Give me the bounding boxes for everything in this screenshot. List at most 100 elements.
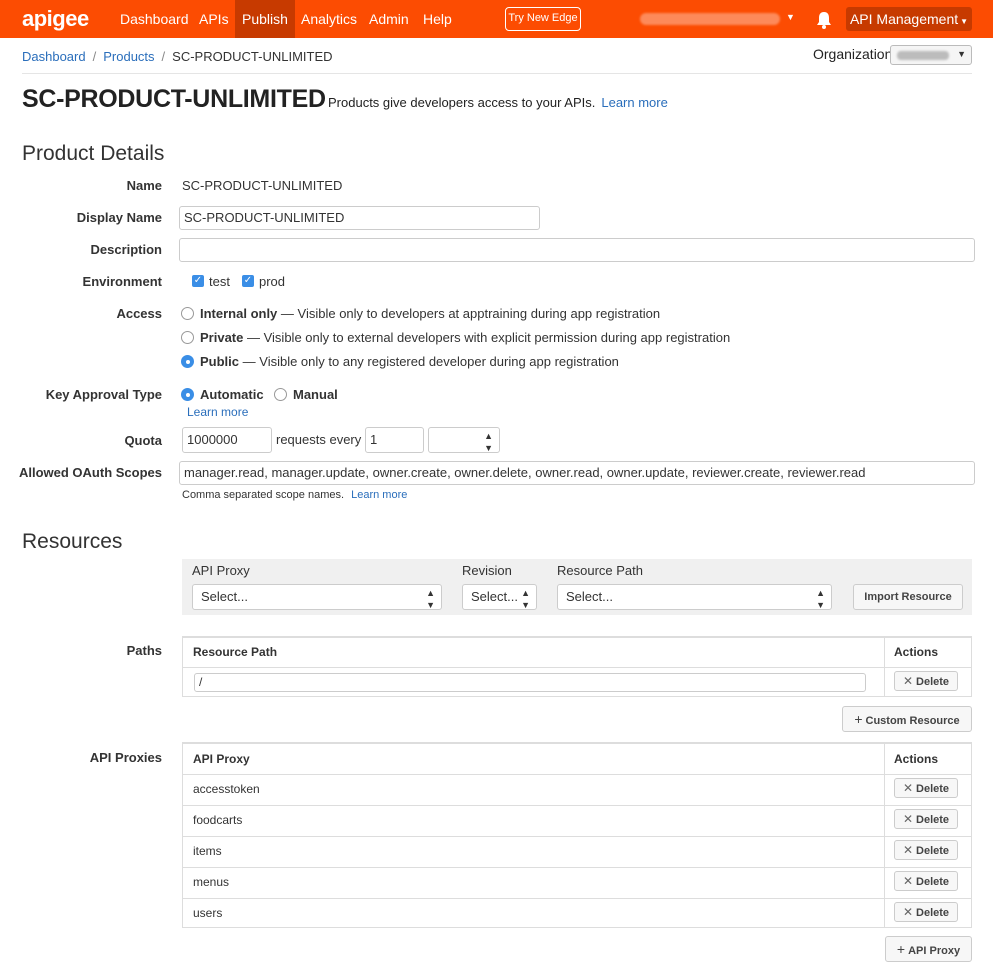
plus-icon: + [896, 941, 906, 957]
access-private-radio[interactable] [181, 331, 194, 344]
actions-column-header: Actions [894, 645, 939, 659]
key-approval-manual-label: Manual [293, 387, 338, 402]
display-name-label: Display Name [76, 210, 162, 225]
updown-arrows-icon: ▲ ▼ [426, 588, 435, 610]
access-internal-desc: — Visible only to developers at apptrain… [280, 306, 661, 321]
resource-path-column-header: Resource Path [193, 645, 278, 659]
import-resource-button[interactable]: Import Resource [853, 584, 963, 610]
delete-path-button[interactable]: ✕ Delete [894, 671, 958, 691]
test-checkbox[interactable]: ✓ [192, 275, 204, 287]
delete-proxy-button[interactable]: ✕ Delete [894, 840, 958, 860]
key-approval-manual-radio[interactable] [274, 388, 287, 401]
api-proxy-column-header: API Proxy [193, 752, 250, 766]
delete-proxy-button[interactable]: ✕ Delete [894, 809, 958, 829]
close-icon: ✕ [902, 843, 914, 857]
name-value: SC-PRODUCT-UNLIMITED [182, 178, 343, 193]
close-icon: ✕ [902, 905, 914, 919]
revision-select[interactable]: Select... ▲ ▼ [462, 584, 537, 610]
api-proxies-label: API Proxies [89, 750, 162, 765]
test-checkbox-label: test [209, 274, 230, 289]
actions-column-header: Actions [894, 752, 939, 766]
divider [22, 73, 972, 74]
table-row: accesstoken [183, 774, 971, 805]
caret-down-icon: ▼ [960, 17, 969, 26]
nav-dashboard[interactable]: Dashboard [113, 0, 196, 38]
caret-down-icon[interactable]: ▼ [786, 12, 795, 22]
key-approval-automatic-label: Automatic [200, 387, 264, 402]
quota-interval-input[interactable]: 1 [365, 427, 424, 453]
delete-label: Delete [916, 907, 950, 919]
try-new-edge-button[interactable]: Try New Edge [505, 7, 581, 31]
delete-proxy-button[interactable]: ✕ Delete [894, 871, 958, 891]
proxy-name: items [193, 844, 222, 858]
delete-label: Delete [916, 676, 950, 688]
name-label: Name [126, 178, 162, 193]
updown-arrows-icon: ▲ ▼ [484, 431, 493, 453]
quota-unit-select[interactable]: ▲ ▼ [428, 427, 500, 453]
oauth-learn-more-link[interactable]: Learn more [351, 489, 407, 501]
resource-path-input[interactable]: / [194, 673, 866, 692]
access-public-option: Public — Visible only to any registered … [200, 354, 619, 369]
updown-arrows-icon: ▲ ▼ [521, 588, 530, 610]
requests-every-text: requests every [276, 432, 362, 447]
delete-label: Delete [916, 876, 950, 888]
organization-select[interactable]: ▼ [890, 45, 972, 65]
breadcrumb-current: SC-PRODUCT-UNLIMITED [172, 49, 333, 64]
display-name-input[interactable]: SC-PRODUCT-UNLIMITED [179, 206, 540, 230]
delete-proxy-button[interactable]: ✕ Delete [894, 778, 958, 798]
oauth-scopes-input[interactable]: manager.read, manager.update, owner.crea… [179, 461, 975, 485]
nav-analytics[interactable]: Analytics [294, 0, 364, 38]
user-menu[interactable] [640, 13, 780, 25]
breadcrumb-separator: / [92, 49, 97, 64]
manual-text: Manual [293, 387, 338, 402]
resource-path-header: Resource Path [557, 563, 643, 578]
access-private-desc: — Visible only to external developers wi… [247, 330, 731, 345]
apigee-logo[interactable]: apigee [22, 6, 89, 32]
custom-resource-button[interactable]: + Custom Resource [842, 706, 972, 732]
access-public-radio[interactable] [181, 355, 194, 368]
api-proxy-select[interactable]: Select... ▲ ▼ [192, 584, 442, 610]
environment-label: Environment [82, 274, 162, 289]
delete-label: Delete [916, 845, 950, 857]
quota-input[interactable]: 1000000 [182, 427, 272, 453]
access-public-desc: — Visible only to any registered develop… [242, 354, 619, 369]
organization-value [897, 51, 949, 60]
nav-apis[interactable]: APIs [192, 0, 236, 38]
nav-help[interactable]: Help [416, 0, 459, 38]
resource-path-select[interactable]: Select... ▲ ▼ [557, 584, 832, 610]
paths-table: Resource Path Actions / [182, 636, 972, 697]
paths-label: Paths [126, 643, 162, 658]
revision-select-value: Select... [471, 589, 518, 604]
access-private-name: Private [200, 330, 244, 345]
access-internal-name: Internal only [200, 306, 278, 321]
access-internal-radio[interactable] [181, 307, 194, 320]
add-api-proxy-button[interactable]: + API Proxy [885, 936, 972, 962]
proxy-name: menus [193, 875, 230, 889]
breadcrumb-dashboard[interactable]: Dashboard [22, 49, 86, 64]
oauth-help-text: Comma separated scope names. [182, 489, 345, 501]
api-management-menu[interactable]: API Management ▼ [846, 7, 972, 31]
bell-icon[interactable] [815, 10, 833, 30]
custom-resource-label: Custom Resource [865, 715, 960, 727]
close-icon: ✕ [902, 812, 914, 826]
prod-checkbox[interactable]: ✓ [242, 275, 254, 287]
plus-icon: + [854, 711, 863, 727]
breadcrumb-separator: / [161, 49, 166, 64]
section-title-resources: Resources [22, 530, 123, 553]
paths-table-header: Resource Path Actions [183, 637, 971, 667]
proxy-name: foodcarts [193, 813, 243, 827]
learn-more-link[interactable]: Learn more [601, 95, 667, 110]
add-api-proxy-label: API Proxy [908, 945, 961, 957]
delete-proxy-button[interactable]: ✕ Delete [894, 902, 958, 922]
key-approval-learn-more-link[interactable]: Learn more [187, 405, 248, 419]
table-row: items [183, 836, 971, 867]
close-icon: ✕ [902, 781, 914, 795]
nav-admin[interactable]: Admin [362, 0, 416, 38]
api-proxies-table-header: API Proxy Actions [183, 743, 971, 774]
breadcrumb-products[interactable]: Products [103, 49, 154, 64]
automatic-text: Automatic [200, 387, 264, 402]
key-approval-automatic-radio[interactable] [181, 388, 194, 401]
nav-publish[interactable]: Publish [235, 0, 295, 38]
description-input[interactable] [179, 238, 975, 262]
api-proxies-table: API Proxy Actions accesstoken foodcarts … [182, 742, 972, 928]
